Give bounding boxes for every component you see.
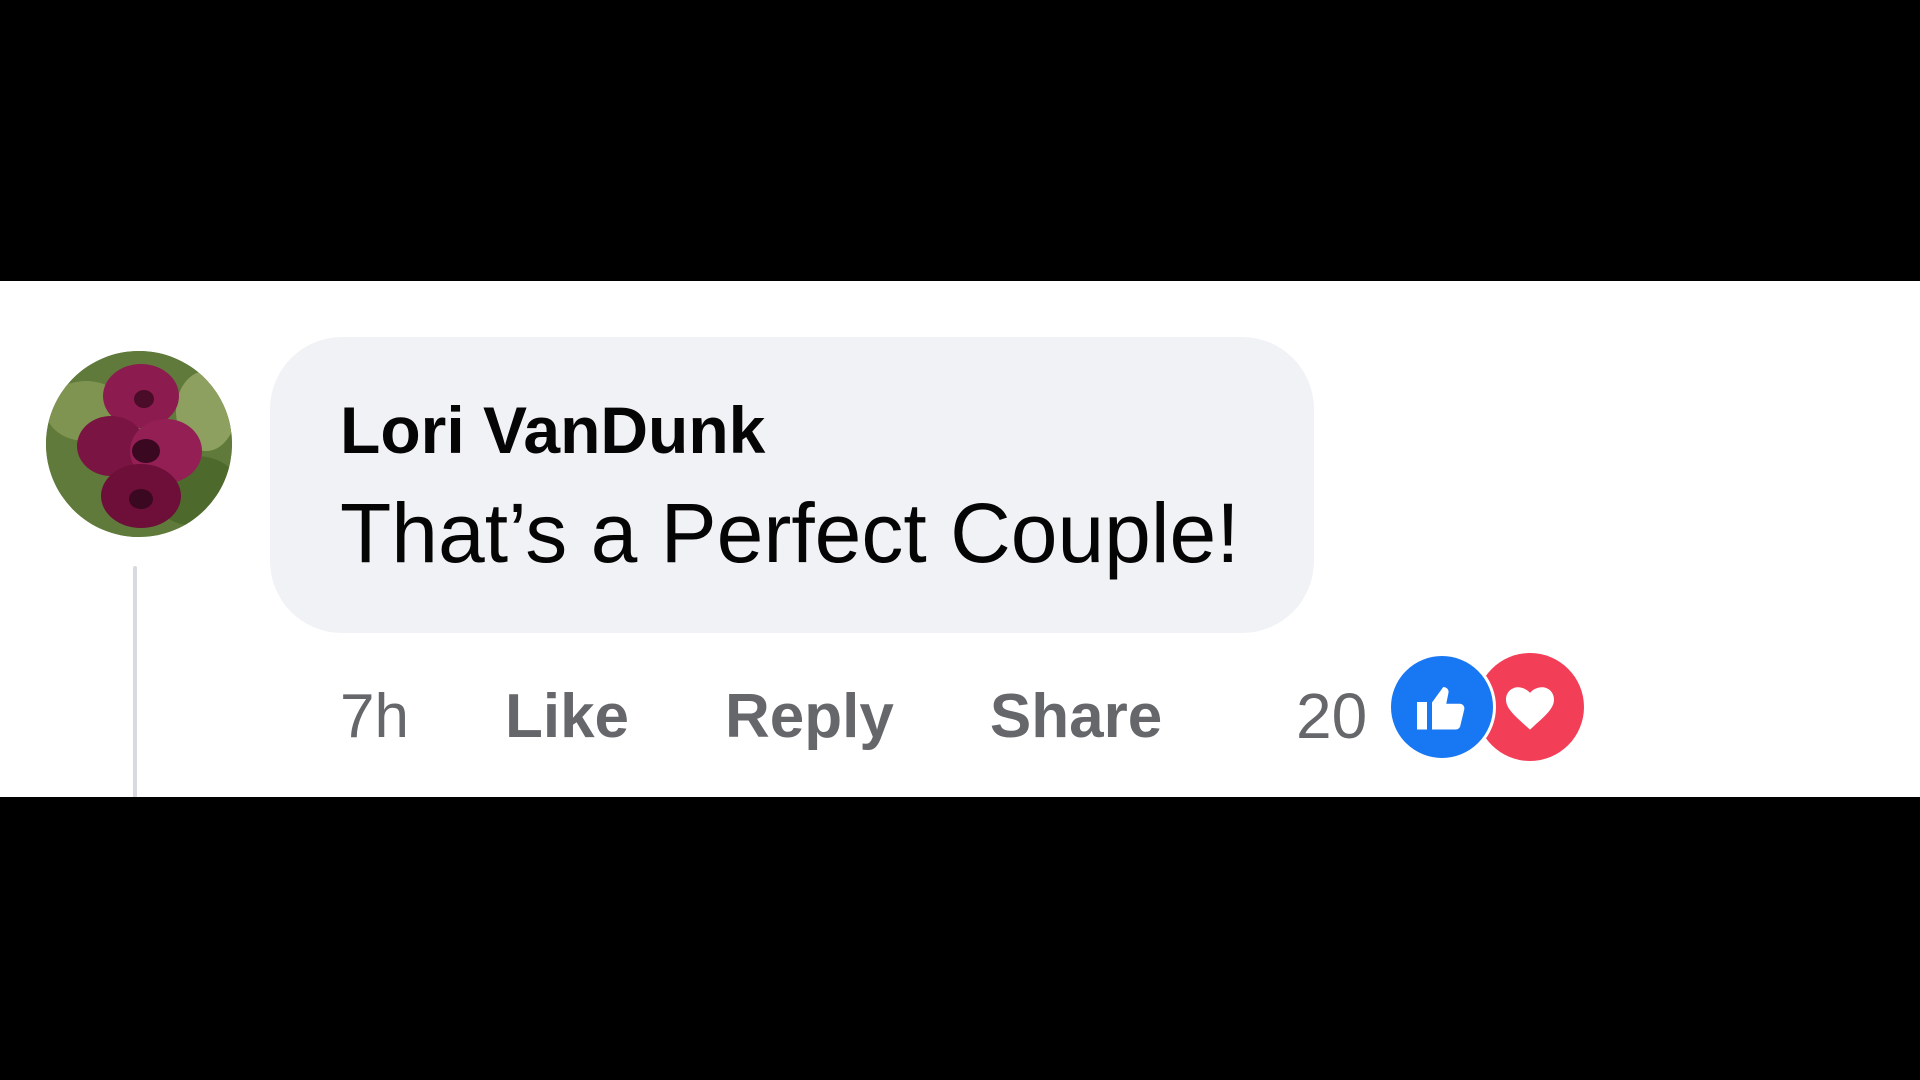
comment-actions: 7h Like Reply Share [340, 671, 1162, 761]
thread-line [133, 566, 137, 797]
avatar-flower-image [46, 351, 232, 537]
like-button[interactable]: Like [505, 681, 629, 752]
comment-text: That’s a Perfect Couple! [340, 486, 1240, 580]
reply-button[interactable]: Reply [725, 681, 894, 752]
reaction-summary[interactable] [1388, 653, 1588, 763]
letterbox-bottom [0, 797, 1920, 1080]
comment-item: Lori VanDunk That’s a Perfect Couple! 7h… [0, 281, 1920, 797]
reaction-count[interactable]: 20 [1296, 671, 1367, 761]
avatar[interactable] [46, 351, 232, 537]
like-icon [1388, 653, 1496, 761]
share-button[interactable]: Share [990, 681, 1162, 752]
comment-bubble: Lori VanDunk That’s a Perfect Couple! [270, 337, 1314, 633]
letterbox-top [0, 0, 1920, 281]
comment-timestamp[interactable]: 7h [340, 681, 409, 752]
comment-author[interactable]: Lori VanDunk [340, 392, 765, 468]
